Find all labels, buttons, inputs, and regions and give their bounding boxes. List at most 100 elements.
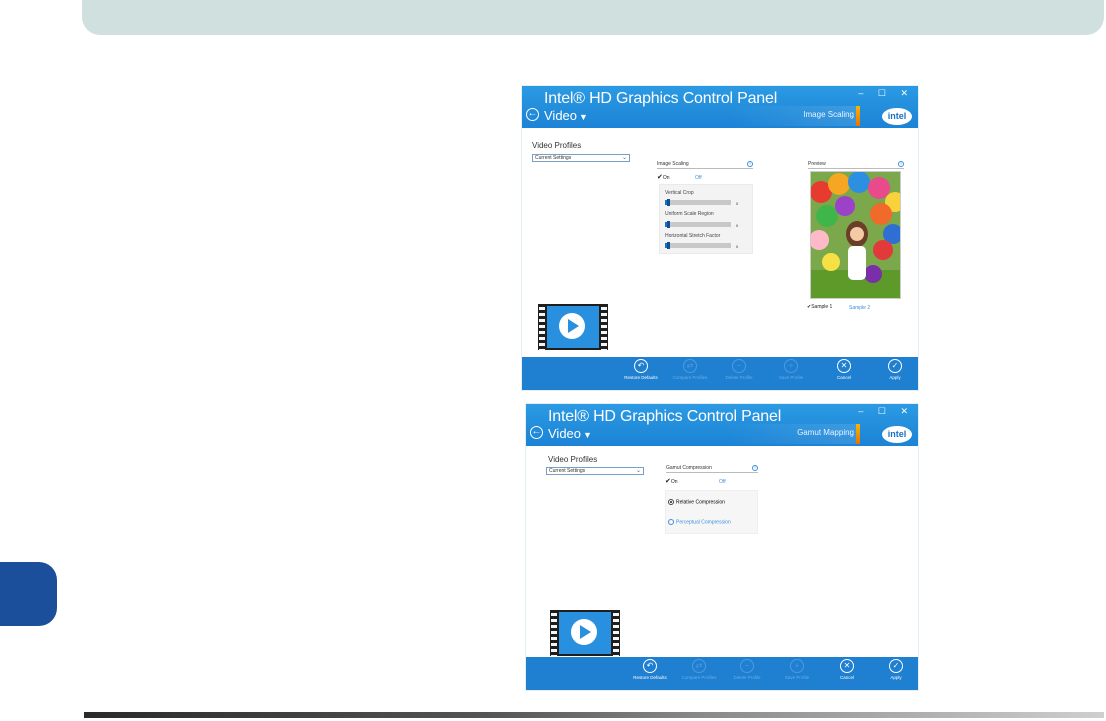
sample-2-link[interactable]: Sample 2	[849, 305, 870, 311]
button-label: Restore Defaults	[633, 675, 667, 680]
button-label: Apply	[890, 675, 902, 680]
relative-compression-option[interactable]: Relative Compression	[668, 499, 725, 505]
video-profiles-select[interactable]: Current Settings ⌄	[532, 154, 630, 162]
video-profiles-select[interactable]: Current Settings ⌄	[546, 467, 644, 475]
video-profiles-label: Video Profiles	[532, 141, 582, 150]
slider-label: Uniform Scale Region	[665, 211, 714, 217]
chevron-down-icon: ▼	[579, 112, 588, 122]
restore-defaults-button[interactable]: ↶ Restore Defaults	[618, 359, 664, 380]
sample-1-option[interactable]: ✔Sample 1	[807, 304, 832, 310]
image-scaling-heading: Image Scaling	[657, 161, 753, 169]
slider-value: 0	[736, 223, 739, 228]
section-dropdown[interactable]: Video ▼	[548, 426, 592, 441]
slider-thumb[interactable]	[667, 242, 670, 249]
page-header-banner	[82, 0, 1104, 35]
slider-thumb[interactable]	[667, 221, 670, 228]
horizontal-stretch-slider[interactable]	[665, 242, 731, 249]
slider-value: 0	[736, 201, 739, 206]
undo-icon: ↶	[643, 659, 657, 673]
cancel-icon: ✕	[837, 359, 851, 373]
breadcrumb: Image Scaling	[803, 110, 854, 119]
film-strip-left	[551, 610, 557, 656]
cancel-icon: ✕	[840, 659, 854, 673]
vertical-crop-slider[interactable]	[665, 199, 731, 206]
toggle-off[interactable]: Off	[695, 175, 702, 181]
toggle-off[interactable]: Off	[719, 479, 726, 485]
save-profile-button[interactable]: + Save Profile	[774, 659, 820, 680]
toggle-on-label: On	[670, 479, 678, 485]
delete-icon: −	[732, 359, 746, 373]
button-label: Restore Defaults	[624, 375, 658, 380]
apply-button[interactable]: ✓ Apply	[873, 659, 918, 680]
button-label: Compare Profiles	[672, 375, 708, 380]
action-bar: ↶ Restore Defaults ⇄ Compare Profiles − Del…	[522, 357, 918, 390]
help-icon[interactable]: ?	[898, 161, 904, 167]
apply-icon: ✓	[889, 659, 903, 673]
compare-profiles-button[interactable]: ⇄ Compare Profiles	[676, 659, 722, 680]
video-film-icon	[538, 304, 608, 350]
button-label: Cancel	[839, 675, 854, 680]
play-icon	[559, 313, 585, 339]
button-label: Delete Profile	[725, 375, 753, 380]
footer-rule	[84, 712, 1104, 718]
title-bar: Intel® HD Graphics Control Panel ← Video…	[526, 404, 918, 446]
slider-label: Horizontal Stretch Factor	[665, 233, 721, 239]
toggle-on[interactable]: ✔On	[657, 173, 670, 181]
section-label: Video	[544, 108, 578, 123]
back-arrow-icon[interactable]: ←	[526, 108, 539, 121]
button-label: Save Profile	[784, 675, 810, 680]
radio-selected	[668, 499, 674, 505]
window-controls[interactable]: – ☐ ✕	[858, 406, 914, 417]
cancel-button[interactable]: ✕ Cancel	[821, 359, 867, 380]
intel-panel-gamut-mapping: Intel® HD Graphics Control Panel ← Video…	[525, 403, 919, 691]
chevron-down-icon: ▼	[583, 430, 592, 440]
window-controls[interactable]: – ☐ ✕	[858, 88, 914, 99]
chevron-down-icon: ⌄	[621, 155, 627, 161]
button-label: Apply	[889, 375, 901, 380]
intel-panel-image-scaling: Intel® HD Graphics Control Panel ← Video…	[521, 85, 919, 391]
help-icon[interactable]: ?	[752, 465, 758, 471]
back-arrow-icon[interactable]: ←	[530, 426, 543, 439]
compare-icon: ⇄	[683, 359, 697, 373]
accent-bar	[856, 106, 860, 126]
apply-icon: ✓	[888, 359, 902, 373]
undo-icon: ↶	[634, 359, 648, 373]
save-profile-button[interactable]: + Save Profile	[768, 359, 814, 380]
toggle-on[interactable]: ✔On	[665, 477, 678, 485]
section-dropdown[interactable]: Video ▼	[544, 108, 588, 123]
intel-logo: intel	[882, 426, 912, 443]
breadcrumb: Gamut Mapping	[797, 428, 854, 437]
button-label: Compare Profiles	[681, 675, 717, 680]
preview-heading: Preview	[808, 161, 904, 169]
sample-1-label: Sample 1	[811, 304, 833, 310]
uniform-scale-slider[interactable]	[665, 221, 731, 228]
slider-value: 0	[736, 244, 739, 249]
button-label: Cancel	[836, 375, 851, 380]
film-strip-left	[539, 304, 545, 350]
play-icon	[571, 619, 597, 645]
film-strip-right	[613, 610, 619, 656]
delete-profile-button[interactable]: − Delete Profile	[724, 659, 770, 680]
slider-thumb[interactable]	[667, 199, 670, 206]
gamut-compression-heading: Gamut Compression	[666, 465, 758, 473]
radio-label: Relative Compression	[676, 499, 725, 506]
help-icon[interactable]: ?	[747, 161, 753, 167]
action-bar: ↶ Restore Defaults ⇄ Compare Profiles − Del…	[526, 657, 918, 690]
profiles-select-value: Current Settings	[549, 468, 586, 474]
video-profiles-label: Video Profiles	[548, 455, 598, 464]
cancel-button[interactable]: ✕ Cancel	[824, 659, 870, 680]
delete-icon: −	[740, 659, 754, 673]
manual-page: Intel® HD Graphics Control Panel ← Video…	[0, 0, 1106, 721]
restore-defaults-button[interactable]: ↶ Restore Defaults	[627, 659, 673, 680]
delete-profile-button[interactable]: − Delete Profile	[716, 359, 762, 380]
save-icon: +	[790, 659, 804, 673]
compare-icon: ⇄	[692, 659, 706, 673]
chevron-down-icon: ⌄	[635, 468, 641, 474]
perceptual-compression-option[interactable]: Perceptual Compression	[668, 519, 731, 525]
compare-profiles-button[interactable]: ⇄ Compare Profiles	[667, 359, 713, 380]
video-film-icon	[550, 610, 620, 656]
section-label: Video	[548, 426, 582, 441]
radio-unselected	[668, 519, 674, 525]
apply-button[interactable]: ✓ Apply	[872, 359, 918, 380]
title-bar: Intel® HD Graphics Control Panel ← Video…	[522, 86, 918, 128]
